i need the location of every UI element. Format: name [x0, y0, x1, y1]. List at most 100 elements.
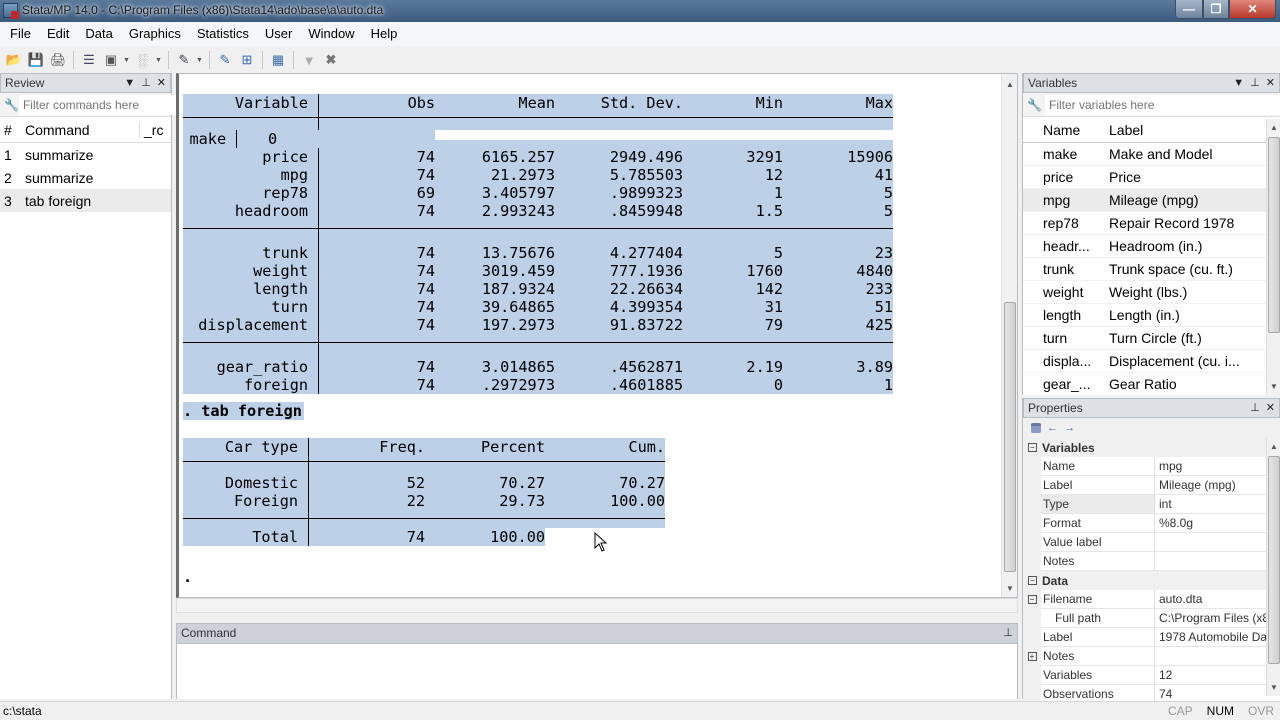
collapse-icon[interactable]: −	[1028, 576, 1037, 585]
lock-icon[interactable]	[1031, 423, 1041, 433]
menu-statistics[interactable]: Statistics	[189, 22, 257, 46]
print-icon[interactable]: 🖨	[48, 50, 68, 70]
review-row[interactable]: 1 summarize	[0, 143, 171, 166]
restore-button[interactable]: ❐	[1203, 0, 1229, 19]
minimize-button[interactable]: —	[1175, 0, 1203, 19]
variable-row[interactable]: mpg Mileage (mpg)	[1023, 189, 1266, 212]
results-scroll-thumb[interactable]	[1004, 302, 1016, 572]
menu-data[interactable]: Data	[77, 22, 120, 46]
variable-row[interactable]: price Price	[1023, 166, 1266, 189]
filter-icon[interactable]: ▼	[124, 74, 135, 92]
data-browser-icon[interactable]: ⊞	[237, 50, 257, 70]
menu-user[interactable]: User	[257, 22, 300, 46]
menu-window[interactable]: Window	[300, 22, 362, 46]
variables-scroll-thumb[interactable]	[1268, 137, 1280, 333]
property-row[interactable]: Label 1978 Automobile Data	[1023, 628, 1280, 647]
collapse-icon[interactable]: −	[1027, 595, 1037, 604]
menu-graphics[interactable]: Graphics	[121, 22, 189, 46]
menu-help[interactable]: Help	[363, 22, 406, 46]
property-row[interactable]: Name mpg	[1023, 457, 1280, 476]
col-name[interactable]: Name	[1023, 122, 1103, 138]
viewer-icon[interactable]: ▣	[101, 50, 121, 70]
do-file-editor-icon[interactable]: ✎	[174, 50, 194, 70]
wrench-icon[interactable]: 🔧	[4, 98, 19, 112]
close-icon[interactable]: ✕	[1266, 74, 1275, 92]
property-row[interactable]: − Filename auto.dta	[1023, 590, 1280, 609]
scroll-up-icon[interactable]: ▲	[1270, 442, 1278, 451]
results-scrollbar[interactable]: ▲ ▼	[1001, 74, 1017, 597]
close-button[interactable]: ✕	[1229, 0, 1276, 19]
scroll-up-icon[interactable]: ▲	[1270, 123, 1278, 132]
col-num[interactable]: #	[0, 122, 22, 138]
pin-icon[interactable]: ⊥	[1250, 399, 1260, 417]
command-input[interactable]	[177, 644, 1017, 699]
properties-section-data[interactable]: − Data	[1023, 571, 1280, 590]
property-key: Format	[1041, 514, 1155, 533]
break-icon[interactable]: ✖	[321, 50, 341, 70]
pin-icon[interactable]: ⊥	[141, 74, 151, 92]
table-spacer	[183, 510, 665, 528]
close-icon[interactable]: ✕	[157, 74, 166, 92]
review-row[interactable]: 3 tab foreign	[0, 189, 171, 212]
variable-row[interactable]: gear_... Gear Ratio	[1023, 373, 1266, 396]
variables-scrollbar[interactable]: ▲ ▼	[1266, 119, 1280, 395]
expand-icon[interactable]: +	[1027, 652, 1037, 661]
filter-variables-input[interactable]	[1045, 94, 1280, 115]
col-command[interactable]: Command	[22, 122, 139, 138]
filter-commands-input[interactable]	[18, 94, 178, 115]
variable-row[interactable]: trunk Trunk space (cu. ft.)	[1023, 258, 1266, 281]
properties-section-variables[interactable]: − Variables	[1023, 438, 1280, 457]
summary-row: trunk 74 13.75676 4.277404 5 23	[183, 244, 893, 262]
do-file-dropdown-icon[interactable]: ▼	[196, 57, 204, 64]
log-icon[interactable]: ☰	[79, 50, 99, 70]
property-row[interactable]: Variables 12	[1023, 666, 1280, 685]
variable-label: Price	[1109, 169, 1141, 185]
filter-icon[interactable]: ▼	[1233, 74, 1244, 92]
variable-name: gear_...	[1043, 376, 1091, 392]
property-row[interactable]: Notes	[1023, 552, 1280, 571]
variable-row[interactable]: turn Turn Circle (ft.)	[1023, 327, 1266, 350]
variable-row[interactable]: make Make and Model	[1023, 143, 1266, 166]
close-icon[interactable]: ✕	[1266, 399, 1275, 417]
data-editor-icon[interactable]: ✎	[215, 50, 235, 70]
properties-scrollbar[interactable]: ▲ ▼	[1266, 438, 1280, 696]
forward-arrow-icon[interactable]: →	[1064, 422, 1075, 434]
col-rc[interactable]: _rc	[139, 121, 171, 138]
variables-manager-icon[interactable]: ▦	[268, 50, 288, 70]
property-row[interactable]: Label Mileage (mpg)	[1023, 476, 1280, 495]
property-row[interactable]: Value label	[1023, 533, 1280, 552]
menu-file[interactable]: File	[2, 22, 39, 46]
scroll-down-icon[interactable]: ▼	[1006, 584, 1014, 593]
property-row[interactable]: Type int	[1023, 495, 1280, 514]
table-cell: Std. Dev.	[600, 94, 683, 112]
scroll-up-icon[interactable]: ▲	[1006, 80, 1014, 89]
variable-row[interactable]: weight Weight (lbs.)	[1023, 281, 1266, 304]
variable-row[interactable]: rep78 Repair Record 1978	[1023, 212, 1266, 235]
open-icon[interactable]: 📂	[4, 50, 24, 70]
graph-icon[interactable]: ░	[133, 50, 153, 70]
property-row[interactable]: Full pathC:\Program Files (x86)	[1023, 609, 1280, 628]
menu-edit[interactable]: Edit	[39, 22, 77, 46]
collapse-icon[interactable]: −	[1028, 443, 1037, 452]
pin-icon[interactable]: ⊥	[1250, 74, 1260, 92]
scroll-down-icon[interactable]: ▼	[1270, 382, 1278, 391]
results-window[interactable]: Variable Obs Mean Std. Dev. Min Max make 0 price…	[176, 73, 1018, 598]
properties-scroll-thumb[interactable]	[1268, 456, 1280, 664]
col-label[interactable]: Label	[1103, 122, 1266, 138]
viewer-dropdown-icon[interactable]: ▼	[123, 57, 131, 64]
variable-row[interactable]: displa... Displacement (cu. i...	[1023, 350, 1266, 373]
variable-label: Gear Ratio	[1109, 376, 1177, 392]
property-row[interactable]: + Notes	[1023, 647, 1280, 666]
pin-icon[interactable]: ⊥	[1003, 624, 1013, 642]
save-icon[interactable]: 💾	[26, 50, 46, 70]
variable-row[interactable]: headr... Headroom (in.)	[1023, 235, 1266, 258]
graph-dropdown-icon[interactable]: ▼	[155, 57, 163, 64]
property-row[interactable]: Format %8.0g	[1023, 514, 1280, 533]
table-cell: mpg	[183, 166, 319, 184]
back-arrow-icon[interactable]: ←	[1047, 422, 1058, 434]
variable-row[interactable]: length Length (in.)	[1023, 304, 1266, 327]
scroll-down-icon[interactable]: ▼	[1270, 683, 1278, 692]
more-icon[interactable]: ▼	[299, 50, 319, 70]
wrench-icon[interactable]: 🔧	[1027, 98, 1045, 112]
review-row[interactable]: 2 summarize	[0, 166, 171, 189]
